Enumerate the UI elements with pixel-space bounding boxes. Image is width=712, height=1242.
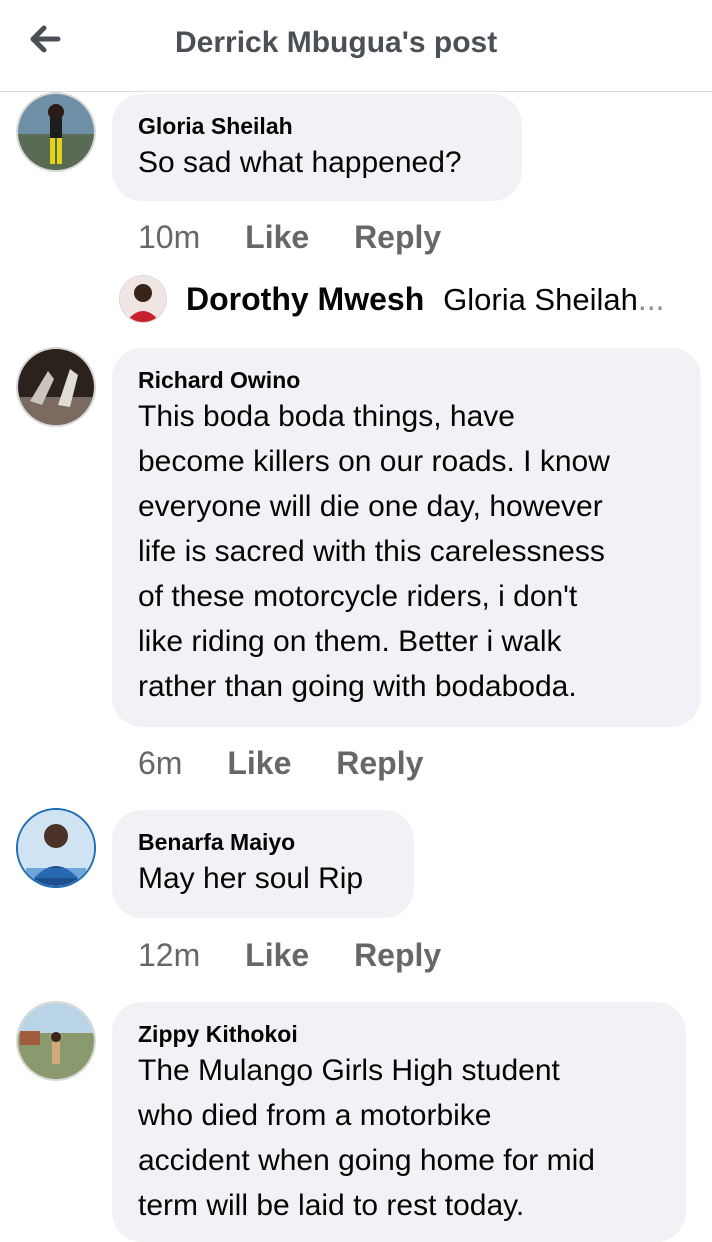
reply-button[interactable]: Reply	[354, 219, 441, 255]
comment-author[interactable]: Gloria Sheilah	[138, 112, 496, 140]
reply-preview[interactable]: Dorothy Mwesh Gloria Sheilah...	[186, 281, 665, 318]
back-arrow-icon	[30, 25, 61, 53]
comment-line: This boda boda things, have	[138, 400, 515, 433]
comment-line: The Mulango Girls High student	[138, 1054, 560, 1087]
avatar[interactable]	[16, 808, 96, 888]
comment-line: So sad what happened?	[138, 146, 462, 179]
comment-time: 6m	[138, 745, 183, 781]
comment-line: who died from a motorbike	[138, 1099, 492, 1132]
reply-text: Gloria Sheilah	[443, 282, 638, 317]
comment-text: The Mulango Girls High student who died …	[138, 1048, 660, 1228]
like-button[interactable]: Like	[227, 745, 291, 781]
reply-button[interactable]: Reply	[354, 937, 441, 973]
comment-time: 12m	[138, 937, 201, 973]
comment-text: May her soul Rip	[138, 856, 388, 901]
page-title: Derrick Mbugua's post	[175, 26, 498, 59]
comment-author[interactable]: Zippy Kithokoi	[138, 1020, 660, 1048]
comment-author[interactable]: Benarfa Maiyo	[138, 828, 388, 856]
comment-line: everyone will die one day, however	[138, 490, 603, 523]
like-button[interactable]: Like	[245, 937, 309, 973]
comment-time: 10m	[138, 219, 201, 255]
avatar-photo	[18, 810, 94, 886]
comment-line: become killers on our roads. I know	[138, 445, 610, 478]
reply-button[interactable]: Reply	[336, 745, 423, 781]
reply-author[interactable]: Dorothy Mwesh	[186, 281, 424, 317]
reply-avatar-photo	[120, 276, 166, 322]
comment-bubble[interactable]: Gloria Sheilah So sad what happened?	[112, 94, 522, 201]
avatar[interactable]	[16, 92, 96, 172]
avatar-photo	[18, 349, 94, 425]
comment-bubble[interactable]: Richard Owino This boda boda things, hav…	[112, 348, 701, 727]
reply-ellipsis: ...	[637, 281, 665, 317]
comment-bubble[interactable]: Zippy Kithokoi The Mulango Girls High st…	[112, 1002, 686, 1242]
avatar[interactable]	[16, 347, 96, 427]
app-header: Derrick Mbugua's post	[0, 0, 712, 92]
comment-line: of these motorcycle riders, i don't	[138, 580, 578, 613]
comment-line: term will be laid to rest today.	[138, 1189, 525, 1222]
comment-actions: 12m Like Reply	[138, 937, 441, 974]
comment-line: rather than going with bodaboda.	[138, 670, 577, 703]
comment-text: This boda boda things, have become kille…	[138, 394, 675, 709]
back-button[interactable]	[22, 20, 72, 60]
avatar[interactable]	[16, 1001, 96, 1081]
comment-bubble[interactable]: Benarfa Maiyo May her soul Rip	[112, 810, 414, 918]
comment-actions: 10m Like Reply	[138, 219, 441, 256]
comment-line: May her soul Rip	[138, 862, 364, 895]
comment-line: accident when going home for mid	[138, 1144, 595, 1177]
reply-avatar[interactable]	[119, 275, 167, 323]
comment-line: life is sacred with this carelessness	[138, 535, 605, 568]
avatar-photo	[18, 1003, 94, 1079]
like-button[interactable]: Like	[245, 219, 309, 255]
avatar-photo	[18, 94, 94, 170]
comment-actions: 6m Like Reply	[138, 745, 423, 782]
comment-line: like riding on them. Better i walk	[138, 625, 562, 658]
comment-author[interactable]: Richard Owino	[138, 366, 675, 394]
comment-text: So sad what happened?	[138, 140, 496, 185]
